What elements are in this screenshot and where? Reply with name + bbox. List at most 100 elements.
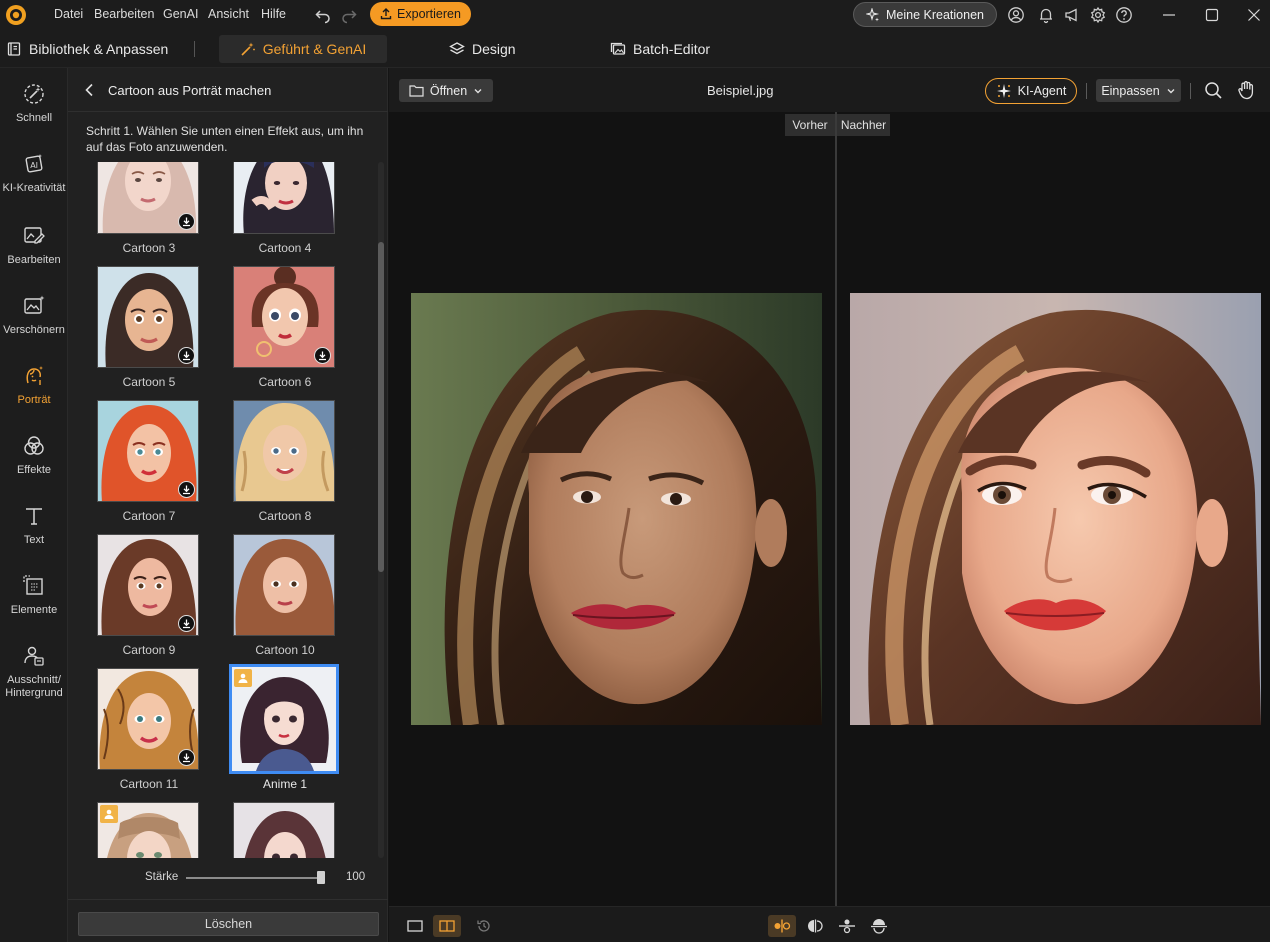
my-creations-button[interactable]: Meine Kreationen	[853, 2, 997, 27]
strength-slider-handle[interactable]	[317, 871, 325, 884]
panel-scrollbar[interactable]	[378, 162, 384, 858]
tab-guided-genai[interactable]: Geführt & GenAI	[219, 35, 387, 63]
rail-item-edit[interactable]: Bearbeiten	[0, 224, 68, 267]
rail-item-elements[interactable]: Elemente	[0, 574, 68, 617]
menu-help[interactable]: Hilfe	[261, 7, 286, 21]
rail-item-effects[interactable]: Effekte	[0, 434, 68, 477]
tab-design[interactable]: Design	[449, 35, 516, 63]
magic-wand-icon	[241, 42, 255, 56]
download-icon	[178, 347, 195, 364]
sparkle-icon	[866, 7, 880, 21]
help-icon[interactable]	[1115, 6, 1133, 24]
menu-edit[interactable]: Bearbeiten	[94, 7, 154, 21]
hand-pan-icon[interactable]	[1237, 80, 1256, 100]
zoom-search-icon[interactable]	[1204, 81, 1223, 100]
bell-icon[interactable]	[1037, 6, 1055, 24]
ai-agent-button[interactable]: KI-Agent	[985, 78, 1077, 104]
redo-icon[interactable]	[340, 6, 358, 24]
effect-cartoon-6[interactable]: Cartoon 6	[233, 266, 337, 389]
menu-bar: Datei Bearbeiten GenAI Ansicht Hilfe Exp…	[0, 0, 1270, 30]
effect-anime-1[interactable]: Anime 1	[229, 664, 339, 791]
back-arrow-icon[interactable]	[82, 82, 98, 98]
open-label: Öffnen	[429, 83, 468, 98]
before-label: Vorher	[785, 114, 835, 136]
rail-item-text[interactable]: Text	[0, 504, 68, 547]
rail-item-quick[interactable]: Schnell	[0, 82, 68, 125]
rail-label-elements: Elemente	[10, 604, 58, 616]
effect-cartoon-8[interactable]: Cartoon 8	[233, 400, 337, 523]
account-icon[interactable]	[1007, 6, 1025, 24]
single-view-icon	[407, 920, 423, 932]
rail-item-beautify[interactable]: Verschönern	[0, 294, 68, 337]
tab-library-label: Bibliothek & Anpassen	[29, 41, 169, 57]
fit-dropdown[interactable]: Einpassen	[1096, 79, 1181, 102]
effect-thumbnail-selected	[229, 664, 339, 774]
rail-item-ai-creative[interactable]: AI KI-Kreativität	[0, 152, 68, 195]
effect-cartoon-9[interactable]: Cartoon 9	[97, 534, 201, 657]
tab-batch-editor[interactable]: Batch-Editor	[610, 35, 710, 63]
compare-split-line[interactable]	[835, 112, 837, 906]
effect-label: Cartoon 8	[258, 509, 312, 523]
menu-view[interactable]: Ansicht	[208, 7, 249, 21]
gear-icon[interactable]	[1089, 6, 1107, 24]
menu-file[interactable]: Datei	[54, 7, 83, 21]
history-button[interactable]	[470, 915, 498, 937]
rail-label-portrait: Porträt	[17, 394, 51, 406]
effect-item[interactable]	[233, 802, 337, 858]
effect-cartoon-5[interactable]: Cartoon 5	[97, 266, 201, 389]
megaphone-icon[interactable]	[1063, 6, 1081, 24]
tab-library[interactable]: Bibliothek & Anpassen	[6, 35, 168, 63]
layers-icon	[449, 42, 465, 55]
elements-icon	[23, 575, 43, 595]
effect-thumbnail	[97, 534, 199, 636]
effect-cartoon-10[interactable]: Cartoon 10	[233, 534, 337, 657]
minimize-icon[interactable]	[1160, 6, 1178, 24]
svg-text:AI: AI	[30, 161, 38, 170]
rail-label-quick: Schnell	[15, 112, 53, 124]
split-view-button[interactable]	[433, 915, 461, 937]
effect-label: Cartoon 6	[258, 375, 312, 389]
effect-label: Anime 1	[262, 777, 308, 791]
batch-images-icon	[610, 42, 626, 55]
menu-genai[interactable]: GenAI	[163, 7, 198, 21]
single-view-button[interactable]	[401, 915, 429, 937]
effect-grid: Cartoon 3 Cartoon 4 Cartoon 5 Cartoon 6	[68, 162, 378, 858]
rail-item-portrait[interactable]: Porträt	[0, 364, 68, 407]
canvas-toolbar: Öffnen Beispiel.jpg KI-Agent Einpassen	[389, 68, 1270, 112]
close-icon[interactable]	[1245, 6, 1263, 24]
effect-label: Cartoon 3	[122, 241, 176, 255]
premium-user-icon	[100, 805, 118, 823]
clear-button[interactable]: Löschen	[78, 912, 379, 936]
maximize-icon[interactable]	[1203, 6, 1221, 24]
compare-vertical-button[interactable]	[768, 915, 796, 937]
open-button[interactable]: Öffnen	[399, 79, 493, 102]
compare-horizontal-button[interactable]	[833, 915, 861, 937]
strength-slider[interactable]	[186, 877, 322, 879]
image-canvas[interactable]: Vorher Nachher	[389, 112, 1270, 906]
effect-thumbnail	[233, 400, 335, 502]
rail-label-beautify: Verschönern	[3, 324, 65, 336]
compare-horizontal-mirror-button[interactable]	[865, 915, 893, 937]
effect-cartoon-4[interactable]: Cartoon 4	[233, 162, 337, 255]
tab-design-label: Design	[472, 41, 516, 57]
effect-panel: Cartoon aus Porträt machen Schritt 1. Wä…	[68, 68, 388, 942]
undo-icon[interactable]	[314, 6, 332, 24]
compare-mirror-button[interactable]	[801, 915, 829, 937]
export-button[interactable]: Exportieren	[370, 2, 471, 26]
download-icon	[314, 347, 331, 364]
history-icon	[477, 920, 490, 932]
beautify-icon	[24, 295, 45, 314]
effect-cartoon-3[interactable]: Cartoon 3	[97, 162, 201, 255]
rail-item-cutout[interactable]: Ausschnitt/ Hintergrund	[0, 644, 68, 700]
effect-item-locked[interactable]	[97, 802, 201, 858]
effect-cartoon-11[interactable]: Cartoon 11	[97, 668, 201, 791]
effect-thumbnail	[233, 162, 335, 234]
effect-thumbnail	[97, 400, 199, 502]
rail-label-ai-creative: KI-Kreativität	[2, 182, 66, 194]
effect-label: Cartoon 7	[122, 509, 176, 523]
scrollbar-thumb[interactable]	[378, 242, 384, 572]
export-label: Exportieren	[397, 7, 461, 21]
panel-header: Cartoon aus Porträt machen	[68, 68, 388, 112]
tab-guided-label: Geführt & GenAI	[262, 41, 367, 57]
effect-cartoon-7[interactable]: Cartoon 7	[97, 400, 201, 523]
